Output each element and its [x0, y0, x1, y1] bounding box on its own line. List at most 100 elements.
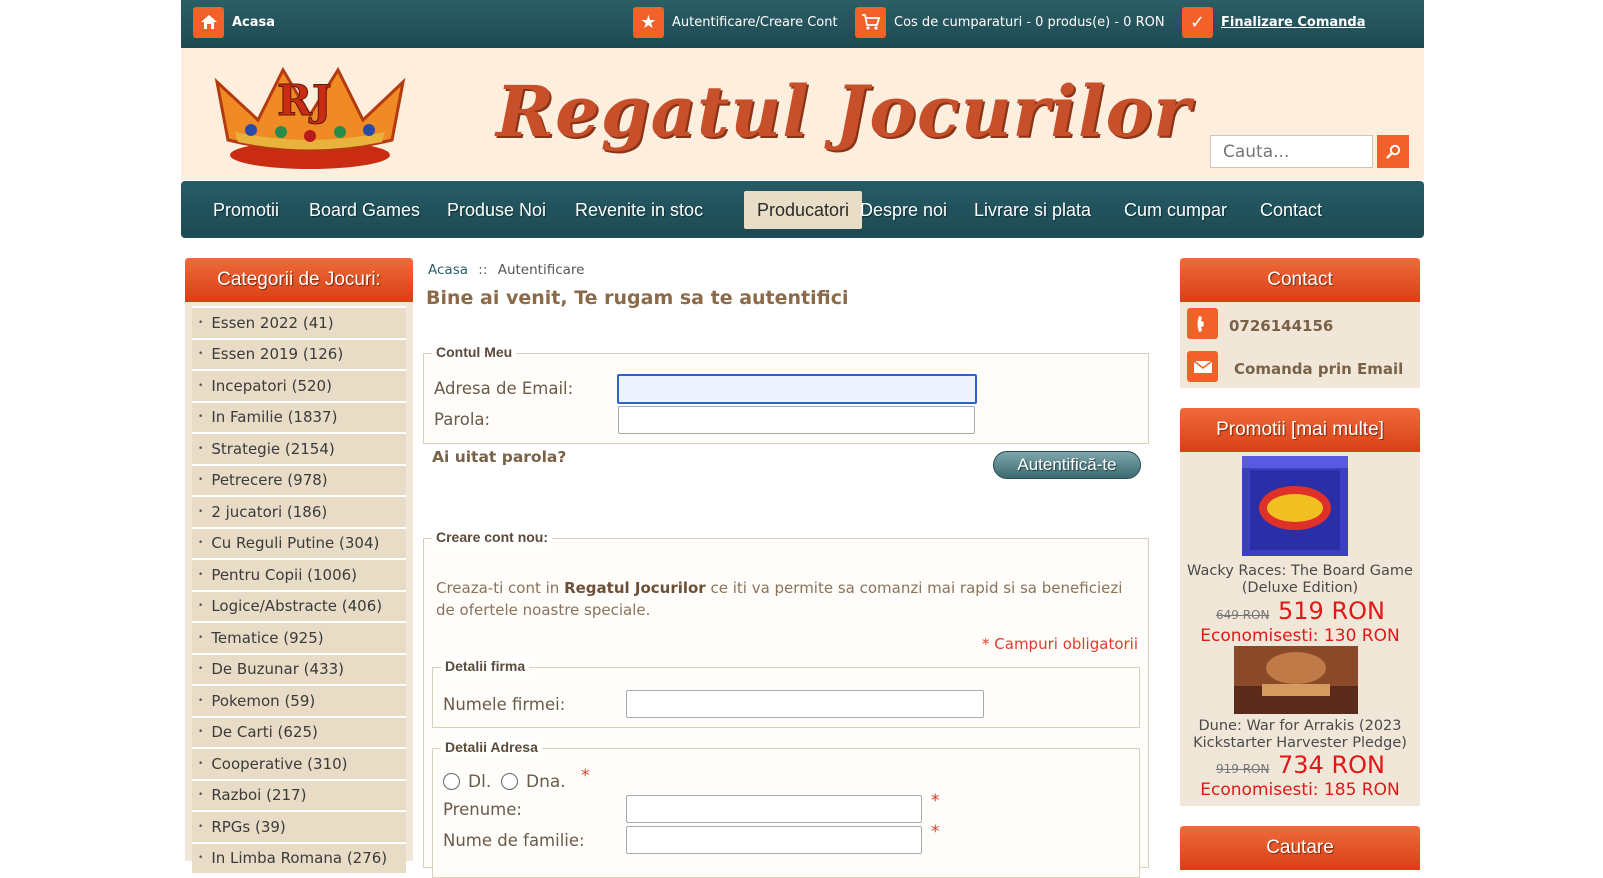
company-name-label: Numele firmei:: [443, 695, 566, 714]
breadcrumb-separator: ::: [478, 262, 488, 278]
login-legend: Contul Meu: [432, 344, 517, 360]
intro-text-start: Creaza-ti cont in: [436, 579, 565, 597]
company-legend: Detalii firma: [441, 658, 530, 674]
search-box: Cautare: [1180, 826, 1420, 870]
promo-1-old-price: 649 RON: [1216, 608, 1270, 622]
lastname-label: Nume de familie:: [443, 831, 585, 850]
phone-icon: [1187, 308, 1218, 339]
search-box-title: Cautare: [1180, 826, 1420, 870]
address-legend: Detalii Adresa: [441, 739, 542, 755]
category-item[interactable]: • In Familie (1837): [192, 400, 406, 432]
category-item[interactable]: • In Limba Romana (276): [192, 841, 406, 873]
main-nav: Promotii Board Games Produse Noi Revenit…: [181, 181, 1424, 238]
home-link[interactable]: Acasa: [193, 6, 275, 38]
promo-2-name[interactable]: Dune: War for Arrakis (2023 Kickstarter …: [1180, 718, 1420, 752]
contact-box: Contact 0726144156 Comanda prin Email: [1180, 258, 1420, 388]
category-item[interactable]: • De Buzunar (433): [192, 652, 406, 684]
phone-number[interactable]: 0726144156: [1229, 317, 1333, 335]
promo-2-image[interactable]: [1234, 646, 1358, 714]
salutation-mr-radio[interactable]: [443, 773, 460, 790]
email-order-link[interactable]: Comanda prin Email: [1234, 360, 1403, 378]
promotions-title[interactable]: Promotii [mai multe]: [1180, 408, 1420, 452]
bullet-icon: •: [198, 506, 204, 517]
crown-logo[interactable]: RJ: [203, 60, 418, 175]
checkout-label: Finalizare Comanda: [1221, 14, 1366, 30]
promo-1-image[interactable]: [1242, 456, 1350, 558]
category-item[interactable]: • Strategie (2154): [192, 432, 406, 464]
category-item[interactable]: • Pentru Copii (1006): [192, 558, 406, 590]
lastname-field[interactable]: [626, 826, 922, 854]
category-label: Tematice (925): [211, 628, 324, 647]
category-item[interactable]: • Logice/Abstracte (406): [192, 589, 406, 621]
cart-link[interactable]: Cos de cumparaturi - 0 produs(e) - 0 RON: [855, 6, 1165, 38]
category-item[interactable]: • Cooperative (310): [192, 747, 406, 779]
crown-letters: RJ: [277, 76, 332, 125]
category-item[interactable]: • Tematice (925): [192, 621, 406, 653]
nav-promotii[interactable]: Promotii: [200, 191, 292, 229]
bullet-icon: •: [198, 317, 204, 328]
nav-cum-cumpar[interactable]: Cum cumpar: [1111, 191, 1240, 229]
category-item[interactable]: • Incepatori (520): [192, 369, 406, 401]
category-label: Razboi (217): [211, 786, 307, 805]
bullet-icon: •: [198, 538, 204, 549]
cart-icon: [855, 6, 886, 38]
bullet-icon: •: [198, 632, 204, 643]
category-label: RPGs (39): [211, 817, 286, 836]
forgot-password-link[interactable]: Ai uitat parola?: [432, 448, 566, 466]
account-link[interactable]: ★ Autentificare/Creare Cont: [633, 6, 838, 38]
category-label: Pentru Copii (1006): [211, 565, 358, 584]
category-label: 2 jucatori (186): [211, 502, 328, 521]
bullet-icon: •: [198, 758, 204, 769]
bullet-icon: •: [198, 475, 204, 486]
nav-revenite-in-stoc[interactable]: Revenite in stoc: [562, 191, 716, 229]
category-item[interactable]: • Essen 2019 (126): [192, 337, 406, 369]
search-input[interactable]: [1210, 135, 1373, 168]
address-fieldset: Detalii Adresa Dl. Dna. * Prenume: * Num…: [432, 739, 1140, 878]
promo-2-savings: Economisesti: 185 RON: [1200, 780, 1400, 800]
checkout-link[interactable]: ✓ Finalizare Comanda: [1182, 6, 1366, 38]
category-item[interactable]: • Essen 2022 (41): [192, 306, 406, 338]
nav-board-games[interactable]: Board Games: [296, 191, 433, 229]
nav-produse-noi[interactable]: Produse Noi: [434, 191, 559, 229]
firstname-label: Prenume:: [443, 800, 522, 819]
bullet-icon: •: [198, 443, 204, 454]
search-button[interactable]: [1377, 135, 1409, 168]
category-item[interactable]: • Cu Reguli Putine (304): [192, 526, 406, 558]
breadcrumb-home[interactable]: Acasa: [428, 262, 468, 278]
salutation-mrs-label: Dna.: [526, 772, 566, 792]
nav-producatori[interactable]: Producatori: [744, 191, 863, 229]
salutation-mrs-radio[interactable]: [501, 773, 518, 790]
bullet-icon: •: [198, 821, 204, 832]
category-list: • Essen 2022 (41) • Essen 2019 (126) • Incepa…: [192, 306, 406, 873]
star-icon: ★: [633, 6, 664, 38]
promo-1-new-price: 519 RON: [1278, 597, 1385, 625]
password-field[interactable]: [618, 406, 975, 434]
category-label: Pokemon (59): [211, 691, 316, 710]
email-field[interactable]: [617, 374, 977, 404]
category-label: Incepatori (520): [211, 376, 332, 395]
nav-livrare-si-plata[interactable]: Livrare si plata: [961, 191, 1104, 229]
category-item[interactable]: • Razboi (217): [192, 778, 406, 810]
bullet-icon: •: [198, 349, 204, 360]
company-name-field[interactable]: [626, 690, 984, 718]
firstname-field[interactable]: [626, 795, 922, 823]
logo-wordmark[interactable]: Regatul Jocurilor: [496, 70, 1191, 153]
bullet-icon: •: [198, 853, 204, 864]
category-item[interactable]: • Petrecere (978): [192, 463, 406, 495]
promo-2-old-price: 919 RON: [1216, 762, 1270, 776]
home-icon: [193, 6, 224, 38]
required-fields-note: * Campuri obligatorii: [982, 635, 1138, 653]
nav-contact[interactable]: Contact: [1247, 191, 1335, 229]
category-item[interactable]: • De Carti (625): [192, 715, 406, 747]
contact-title: Contact: [1180, 258, 1420, 302]
promo-1-name[interactable]: Wacky Races: The Board Game (Deluxe Edit…: [1180, 563, 1420, 597]
category-item[interactable]: • RPGs (39): [192, 810, 406, 842]
category-label: Essen 2022 (41): [211, 313, 334, 332]
category-label: Petrecere (978): [211, 471, 328, 490]
category-label: Essen 2019 (126): [211, 345, 344, 364]
nav-despre-noi[interactable]: Despre noi: [847, 191, 960, 229]
login-button[interactable]: Autentifică-te: [993, 451, 1141, 479]
category-item[interactable]: • 2 jucatori (186): [192, 495, 406, 527]
category-item[interactable]: • Pokemon (59): [192, 684, 406, 716]
promo-1-savings: Economisesti: 130 RON: [1200, 626, 1400, 646]
